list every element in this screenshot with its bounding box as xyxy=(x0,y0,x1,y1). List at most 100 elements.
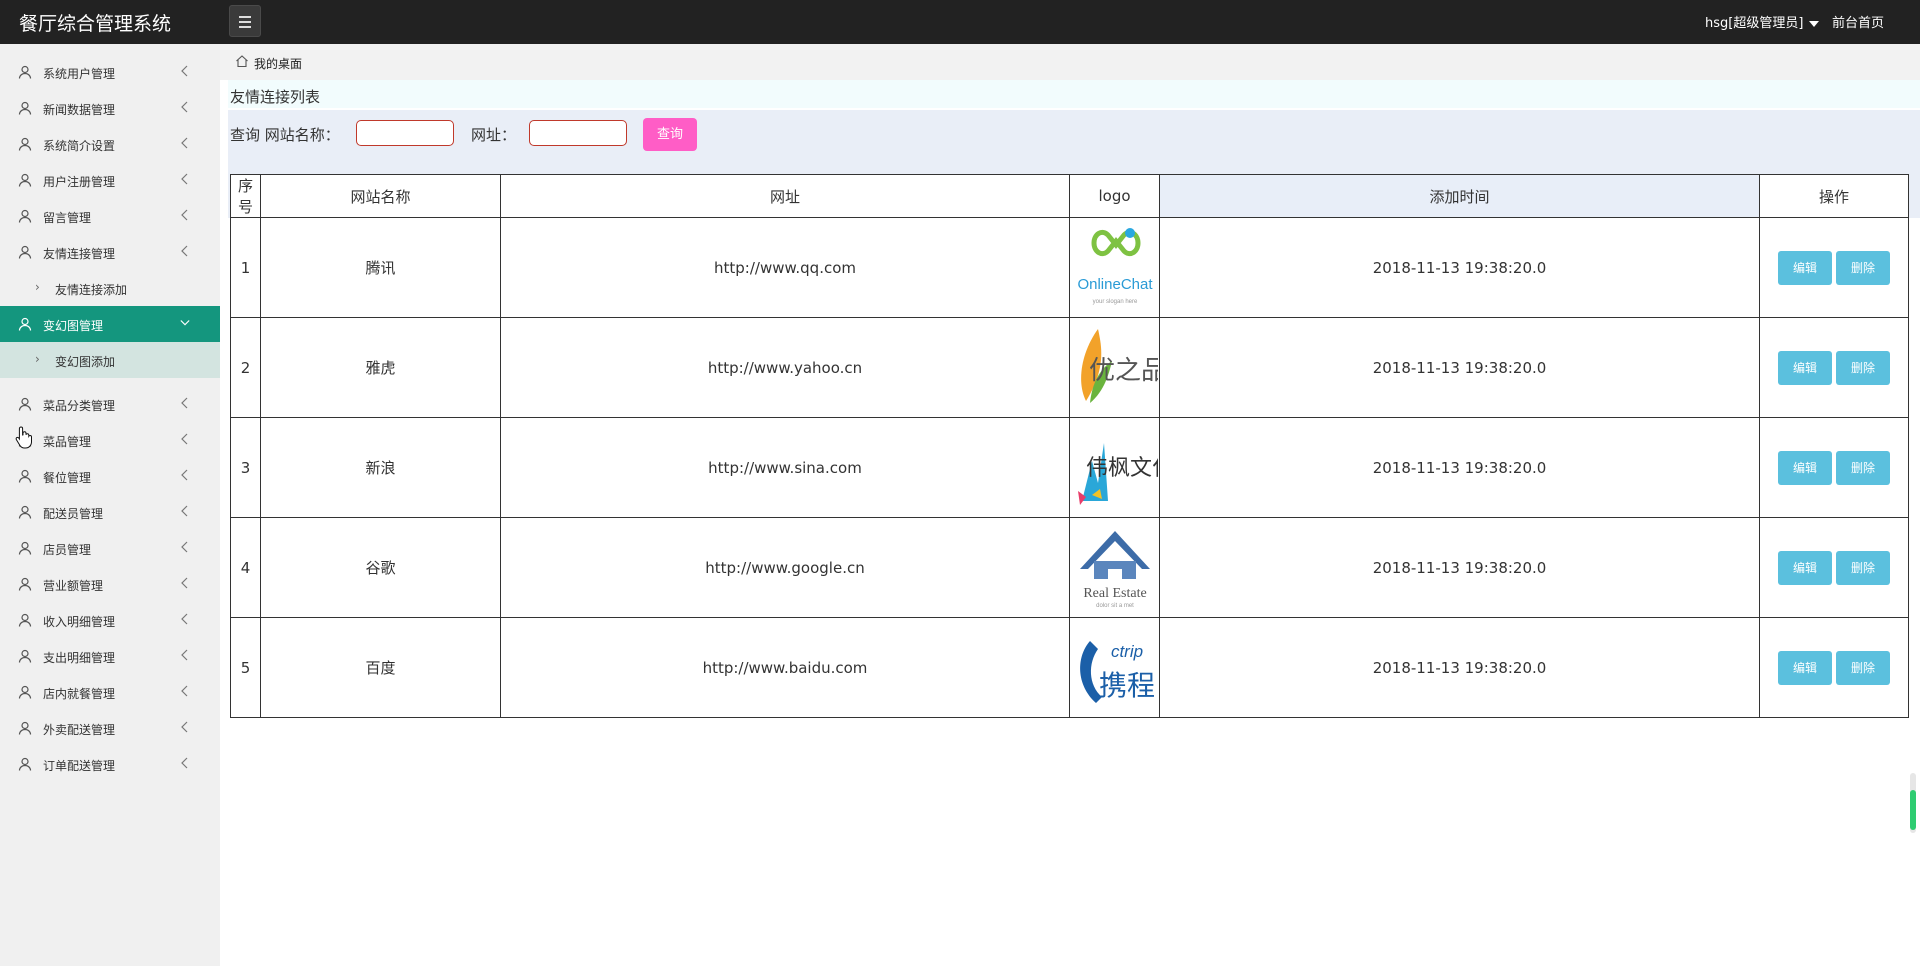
delete-button[interactable]: 删除 xyxy=(1836,650,1890,685)
cell-site-name: 腾讯 xyxy=(260,217,501,318)
scrollbar-thumb[interactable] xyxy=(1910,790,1916,830)
user-menu[interactable]: hsg[超级管理员] xyxy=(1705,12,1820,31)
sidebar-item-user-registration[interactable]: 用户注册管理 xyxy=(0,162,220,198)
sidebar-item-label: 支出明细管理 xyxy=(43,651,116,665)
user-icon xyxy=(18,505,32,519)
sidebar-item-label: 营业额管理 xyxy=(43,579,104,593)
sidebar-subitem-add-friend-link[interactable]: › 友情连接添加 xyxy=(0,270,220,306)
cell-site-name: 百度 xyxy=(260,617,501,718)
sidebar-item-messages[interactable]: 留言管理 xyxy=(0,198,220,234)
column-header-logo: logo xyxy=(1069,174,1160,218)
delete-button[interactable]: 删除 xyxy=(1836,450,1890,485)
sidebar-item-label: 系统用户管理 xyxy=(43,67,116,81)
svg-text:dolor sit a met: dolor sit a met xyxy=(1096,603,1134,609)
caret-down-icon xyxy=(1809,20,1820,27)
breadcrumb: 我的桌面 xyxy=(220,44,1920,80)
edit-button[interactable]: 编辑 xyxy=(1778,450,1832,485)
cell-url: http://www.qq.com xyxy=(500,217,1070,318)
edit-button[interactable]: 编辑 xyxy=(1778,650,1832,685)
cell-actions: 编辑 删除 xyxy=(1759,617,1909,718)
delete-button[interactable]: 删除 xyxy=(1836,550,1890,585)
cell-no: 2 xyxy=(230,317,261,418)
delete-button[interactable]: 删除 xyxy=(1836,350,1890,385)
edit-button[interactable]: 编辑 xyxy=(1778,550,1832,585)
sidebar-item-dine-in[interactable]: 店内就餐管理 xyxy=(0,674,220,710)
sidebar-item-staff[interactable]: 店员管理 xyxy=(0,530,220,566)
sidebar-item-label: 系统简介设置 xyxy=(43,139,116,153)
logo-onlinechat-image: OnlineChat your slogan here xyxy=(1072,221,1158,315)
cell-no: 1 xyxy=(230,217,261,318)
query-button[interactable]: 查询 xyxy=(643,118,697,151)
chevron-left-icon xyxy=(181,209,188,221)
column-header-time: 添加时间 xyxy=(1159,174,1760,218)
sidebar-item-dish-category[interactable]: 菜品分类管理 xyxy=(0,386,220,422)
sidebar-item-label: 变幻图管理 xyxy=(43,319,104,333)
chevron-left-icon xyxy=(181,649,188,661)
chevron-down-icon xyxy=(180,320,190,326)
user-icon xyxy=(18,541,32,555)
cell-logo: 优之品 xyxy=(1069,317,1167,418)
svg-text:OnlineChat: OnlineChat xyxy=(1077,276,1153,293)
user-icon xyxy=(18,757,32,771)
sidebar-item-system-intro[interactable]: 系统简介设置 xyxy=(0,126,220,162)
sidebar-item-label: 新闻数据管理 xyxy=(43,103,116,117)
sidebar-item-label: 友情连接管理 xyxy=(43,247,116,261)
sidebar-item-couriers[interactable]: 配送员管理 xyxy=(0,494,220,530)
cell-url: http://www.baidu.com xyxy=(500,617,1070,718)
cell-add-time: 2018-11-13 19:38:20.0 xyxy=(1159,217,1760,318)
user-icon xyxy=(18,685,32,699)
menu-toggle-button[interactable] xyxy=(229,5,261,37)
sidebar-item-system-users[interactable]: 系统用户管理 xyxy=(0,54,220,90)
sidebar: 系统用户管理 新闻数据管理 系统简介设置 用户注册管理 留言管理 友情连接管理 … xyxy=(0,44,220,966)
user-icon xyxy=(18,317,32,331)
sidebar-item-seats[interactable]: 餐位管理 xyxy=(0,458,220,494)
edit-button[interactable]: 编辑 xyxy=(1778,250,1832,285)
chevron-left-icon xyxy=(181,433,188,445)
sidebar-item-carousel[interactable]: 变幻图管理 xyxy=(0,306,220,342)
cell-actions: 编辑 删除 xyxy=(1759,317,1909,418)
sidebar-item-order-delivery[interactable]: 订单配送管理 xyxy=(0,746,220,782)
sidebar-item-takeout[interactable]: 外卖配送管理 xyxy=(0,710,220,746)
table-row: 3 新浪 http://www.sina.com 伟枫文化 2018-11-13… xyxy=(230,417,1909,518)
user-icon xyxy=(18,65,32,79)
cell-site-name: 新浪 xyxy=(260,417,501,518)
edit-button[interactable]: 编辑 xyxy=(1778,350,1832,385)
delete-button[interactable]: 删除 xyxy=(1836,250,1890,285)
sidebar-subitem-label: 友情连接添加 xyxy=(55,283,128,297)
cell-add-time: 2018-11-13 19:38:20.0 xyxy=(1159,317,1760,418)
cell-site-name: 雅虎 xyxy=(260,317,501,418)
user-icon xyxy=(18,397,32,411)
sidebar-item-expense-detail[interactable]: 支出明细管理 xyxy=(0,638,220,674)
cell-actions: 编辑 删除 xyxy=(1759,517,1909,618)
sidebar-item-label: 菜品管理 xyxy=(43,435,92,449)
sidebar-item-news[interactable]: 新闻数据管理 xyxy=(0,90,220,126)
sidebar-item-friend-links[interactable]: 友情连接管理 xyxy=(0,234,220,270)
sidebar-item-income-detail[interactable]: 收入明细管理 xyxy=(0,602,220,638)
sidebar-item-revenue[interactable]: 营业额管理 xyxy=(0,566,220,602)
chevron-left-icon xyxy=(181,469,188,481)
user-icon xyxy=(18,245,32,259)
cell-add-time: 2018-11-13 19:38:20.0 xyxy=(1159,517,1760,618)
cell-logo: OnlineChat your slogan here xyxy=(1069,217,1160,318)
user-icon xyxy=(18,613,32,627)
user-icon xyxy=(18,649,32,663)
frontend-home-link[interactable]: 前台首页 xyxy=(1832,12,1884,31)
cell-no: 3 xyxy=(230,417,261,518)
chevron-left-icon xyxy=(181,541,188,553)
chevron-left-icon xyxy=(181,173,188,185)
site-name-input[interactable] xyxy=(356,120,454,146)
friend-links-table: 序号 网站名称 网址 logo 添加时间 操作 1 腾讯 http://www.… xyxy=(230,174,1909,718)
home-icon xyxy=(236,55,248,68)
breadcrumb-label[interactable]: 我的桌面 xyxy=(254,55,302,72)
sidebar-item-label: 留言管理 xyxy=(43,211,92,225)
sidebar-item-dishes[interactable]: 菜品管理 xyxy=(0,422,220,458)
user-icon xyxy=(18,721,32,735)
list-title-bar xyxy=(228,80,1920,108)
user-icon xyxy=(18,101,32,115)
chevron-left-icon xyxy=(181,613,188,625)
logo-real-estate-image: Real Estate dolor sit a met xyxy=(1072,521,1158,615)
sidebar-subitem-add-carousel[interactable]: › 变幻图添加 xyxy=(0,342,220,378)
table-row: 1 腾讯 http://www.qq.com OnlineChat your s… xyxy=(230,217,1909,318)
chevron-left-icon xyxy=(181,757,188,769)
site-url-input[interactable] xyxy=(529,120,627,146)
